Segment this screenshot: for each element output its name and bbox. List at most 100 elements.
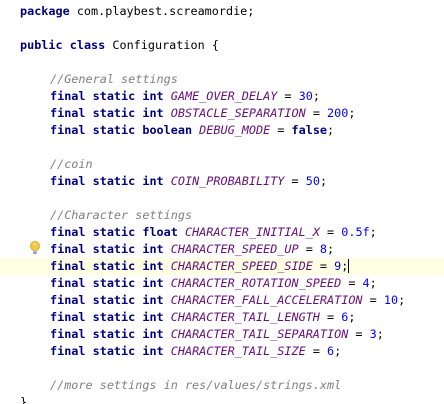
assign-operator: = <box>319 310 342 324</box>
code-line-comment[interactable]: //General settings <box>0 71 444 88</box>
field-value: 4 <box>362 276 370 290</box>
field-value: 50 <box>305 174 320 188</box>
code-line-field[interactable]: final static int CHARACTER_FALL_ACCELERA… <box>0 292 444 309</box>
modifiers: final static <box>50 106 136 120</box>
semicolon: ; <box>369 225 377 239</box>
constant-name: CHARACTER_INITIAL_X <box>184 225 320 239</box>
semicolon: ; <box>312 89 320 103</box>
modifiers: final static <box>50 225 136 239</box>
assign-operator: = <box>312 259 335 273</box>
type-keyword: boolean <box>142 123 193 137</box>
code-line-field[interactable]: final static float CHARACTER_INITIAL_X =… <box>0 224 444 241</box>
code-line-closing[interactable]: } <box>0 394 444 404</box>
assign-operator: = <box>362 293 384 307</box>
lightbulb-icon[interactable] <box>29 241 41 255</box>
type-keyword: int <box>142 276 164 290</box>
assign-operator: = <box>284 174 306 188</box>
assign-operator: = <box>341 276 363 290</box>
type-keyword: int <box>142 310 164 324</box>
type-keyword: int <box>142 106 164 120</box>
comment: //coin <box>50 157 93 171</box>
class-name: Configuration <box>112 38 205 52</box>
type-keyword: int <box>142 242 164 256</box>
constant-name: CHARACTER_ROTATION_SPEED <box>170 276 342 290</box>
modifiers: final static <box>50 123 136 137</box>
semicolon: ; <box>376 327 384 341</box>
field-value: 0.5f <box>341 225 370 239</box>
code-line-field[interactable]: final static int OBSTACLE_SEPARATION = 2… <box>0 105 444 122</box>
comment: //more settings in res/values/strings.xm… <box>50 378 342 392</box>
semicolon: ; <box>369 276 377 290</box>
type-keyword: int <box>142 293 164 307</box>
field-value: 10 <box>383 293 399 307</box>
modifiers: final static <box>50 174 136 188</box>
modifiers: final static <box>50 242 136 256</box>
assign-operator: = <box>305 106 328 120</box>
semicolon: ; <box>327 242 335 256</box>
modifiers: final static <box>50 344 136 358</box>
constant-name: OBSTACLE_SEPARATION <box>170 106 306 120</box>
code-line-field[interactable]: final static int CHARACTER_TAIL_SEPARATI… <box>0 326 444 343</box>
field-value: 30 <box>298 89 313 103</box>
constant-name: DEBUG_MODE <box>199 123 271 137</box>
field-value: false <box>291 123 328 137</box>
assign-operator: = <box>270 123 292 137</box>
type-keyword: int <box>142 344 164 358</box>
modifiers: final static <box>50 310 136 324</box>
type-keyword: int <box>142 327 164 341</box>
semicolon: ; <box>334 344 342 358</box>
constant-name: CHARACTER_TAIL_SEPARATION <box>170 327 349 341</box>
constant-name: CHARACTER_SPEED_UP <box>170 242 299 256</box>
semicolon: ; <box>319 174 328 188</box>
keyword: class <box>69 38 106 52</box>
modifiers: final static <box>50 259 136 273</box>
assign-operator: = <box>319 225 342 239</box>
constant-name: CHARACTER_TAIL_SIZE <box>170 344 306 358</box>
semicolon: ; <box>327 123 335 137</box>
open-brace: { <box>211 38 219 52</box>
keyword: public <box>20 38 63 52</box>
assign-operator: = <box>305 344 328 358</box>
package-name: com.playbest.screamordie <box>76 4 248 18</box>
text-caret <box>348 259 350 273</box>
constant-name: COIN_PROBABILITY <box>170 174 285 188</box>
code-line-field[interactable]: final static int GAME_OVER_DELAY = 30; <box>0 88 444 105</box>
modifiers: final static <box>50 327 136 341</box>
code-editor[interactable]: package com.playbest.screamordie; public… <box>0 0 444 404</box>
semicolon: ; <box>247 4 255 18</box>
assign-operator: = <box>277 89 299 103</box>
type-keyword: int <box>142 174 164 188</box>
code-line-field[interactable]: final static boolean DEBUG_MODE = false; <box>0 122 444 139</box>
constant-name: CHARACTER_SPEED_SIDE <box>170 259 313 273</box>
comment: //General settings <box>50 72 178 86</box>
constant-name: CHARACTER_FALL_ACCELERATION <box>170 293 363 307</box>
field-value: 3 <box>369 327 377 341</box>
type-keyword: int <box>142 259 164 273</box>
close-brace: } <box>20 395 28 404</box>
semicolon: ; <box>341 259 349 273</box>
code-line-field[interactable]: final static int CHARACTER_ROTATION_SPEE… <box>0 275 444 292</box>
field-value: 200 <box>327 106 349 120</box>
constant-name: CHARACTER_TAIL_LENGTH <box>170 310 320 324</box>
keyword: package <box>20 4 70 18</box>
code-line-comment[interactable]: //coin <box>0 156 444 173</box>
code-line-class-declaration[interactable]: public class Configuration { <box>0 37 444 54</box>
semicolon: ; <box>348 106 356 120</box>
code-line-comment[interactable]: //Character settings <box>0 207 444 224</box>
type-keyword: float <box>142 225 178 239</box>
code-line-field[interactable]: final static int CHARACTER_TAIL_SIZE = 6… <box>0 343 444 360</box>
code-line-current[interactable]: final static int CHARACTER_SPEED_SIDE = … <box>0 258 444 275</box>
semicolon: ; <box>398 293 406 307</box>
modifiers: final static <box>50 276 136 290</box>
code-line-field[interactable]: final static int CHARACTER_SPEED_UP = 8; <box>0 241 444 258</box>
assign-operator: = <box>298 242 320 256</box>
modifiers: final static <box>50 89 136 103</box>
code-line-field[interactable]: final static int COIN_PROBABILITY = 50; <box>0 173 444 190</box>
code-line-field[interactable]: final static int CHARACTER_TAIL_LENGTH =… <box>0 309 444 326</box>
constant-name: GAME_OVER_DELAY <box>170 89 278 103</box>
code-line-comment[interactable]: //more settings in res/values/strings.xm… <box>0 377 444 394</box>
assign-operator: = <box>348 327 370 341</box>
semicolon: ; <box>348 310 356 324</box>
code-line-package[interactable]: package com.playbest.screamordie; <box>0 3 444 20</box>
type-keyword: int <box>142 89 164 103</box>
